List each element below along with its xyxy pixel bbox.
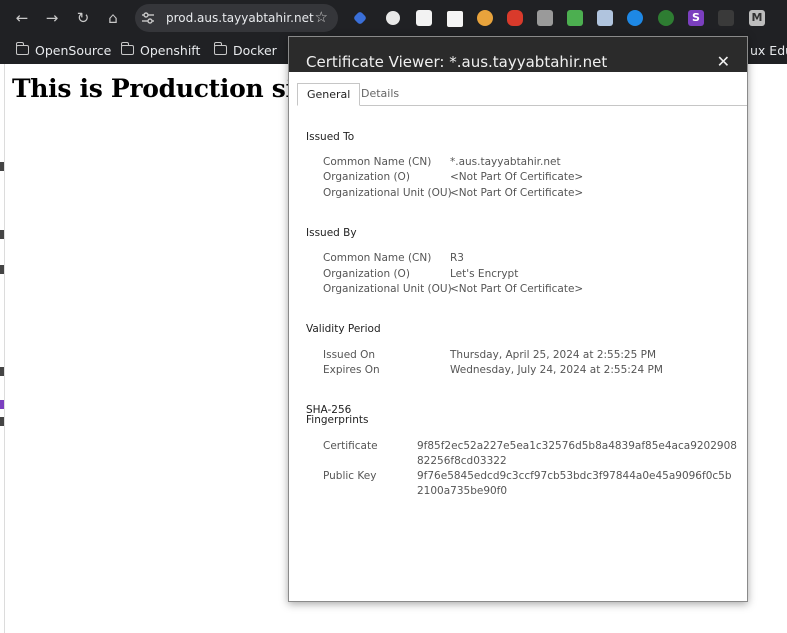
field-label: Organization (O) [323,171,410,183]
tab-general[interactable]: General [297,83,361,106]
bookmark-label: Docker [233,42,277,58]
field-value: Let's Encrypt [450,268,519,280]
folder-icon [120,42,134,55]
background-window-edge [0,64,5,633]
dialog-title: Certificate Viewer: *.aus.tayyabtahir.ne… [306,53,608,71]
field-label: Common Name (CN) [323,252,432,264]
certificate-viewer-dialog: Certificate Viewer: *.aus.tayyabtahir.ne… [288,36,748,602]
bookmark-folder-docker[interactable]: Docker [213,41,277,59]
extension-icon[interactable]: S [688,10,704,26]
window-fragment [0,400,4,409]
bookmark-folder-openshift[interactable]: Openshift [120,41,201,59]
bookmark-label: OpenSource [35,42,112,58]
certificate-fingerprint: 9f85f2ec52a227e5ea1c32576d5b8a4839af85e4… [417,440,737,467]
extension-icon[interactable] [597,10,613,26]
field-label: Expires On [323,364,380,376]
reload-icon[interactable]: ↻ [71,6,95,30]
url-text[interactable]: prod.aus.tayyabtahir.net [166,11,314,25]
dialog-title-bar: Certificate Viewer: *.aus.tayyabtahir.ne… [289,37,747,72]
extension-icon[interactable] [386,11,400,25]
bookmark-folder-opensource[interactable]: OpenSource [15,41,112,59]
field-value: Wednesday, July 24, 2024 at 2:55:24 PM [450,364,663,376]
bookmark-label: Openshift [140,42,201,58]
bookmark-overflow[interactable]: ux Edu [750,41,787,59]
field-label: Certificate [323,440,378,452]
section-heading-issued-by: Issued By [306,227,357,239]
field-value: <Not Part Of Certificate> [450,283,584,295]
site-settings-icon[interactable] [141,11,155,25]
field-label: Organizational Unit (OU) [323,283,452,295]
window-fragment [0,417,4,426]
field-value: Thursday, April 25, 2024 at 2:55:25 PM [450,349,657,361]
extension-icon[interactable] [567,10,583,26]
window-fragment [0,367,4,376]
extension-icon[interactable] [627,10,643,26]
field-label: Organizational Unit (OU) [323,187,452,199]
window-fragment [0,230,4,239]
extension-icon[interactable] [537,10,553,26]
tab-details[interactable]: Details [352,83,408,104]
tab-bar: General Details [297,83,747,106]
field-value: R3 [450,252,464,264]
field-label: Public Key [323,470,377,482]
extension-icon[interactable] [416,10,432,26]
extension-icon[interactable] [507,10,523,26]
folder-icon [213,42,227,55]
field-value: <Not Part Of Certificate> [450,171,584,183]
public-key-fingerprint: 9f76e5845edcd9c3ccf97cb53bdc3f97844a0e45… [417,470,732,497]
section-heading-validity: Validity Period [306,323,381,335]
window-fragment [0,162,4,171]
bookmark-label: ux Edu [750,42,787,58]
window-fragment [0,265,4,274]
extension-icon[interactable] [352,10,368,26]
extension-icon[interactable] [718,10,734,26]
close-icon[interactable]: ✕ [717,52,730,71]
field-label: Common Name (CN) [323,156,432,168]
extension-icon[interactable]: M [749,10,765,26]
field-label: Issued On [323,349,376,361]
bookmark-star-icon[interactable]: ☆ [315,8,328,26]
extension-icon[interactable] [446,10,464,28]
section-heading-fingerprints-line2: Fingerprints [306,414,369,426]
page-heading: This is Production site. [12,74,330,103]
field-value: *.aus.tayyabtahir.net [450,156,561,168]
section-heading-issued-to: Issued To [306,131,355,143]
folder-icon [15,42,29,55]
forward-icon[interactable]: → [40,6,64,30]
back-icon[interactable]: ← [10,6,34,30]
extension-icon[interactable] [658,10,674,26]
address-bar[interactable]: prod.aus.tayyabtahir.net ☆ [135,4,338,32]
field-label: Organization (O) [323,268,410,280]
field-value: <Not Part Of Certificate> [450,187,584,199]
browser-toolbar: ← → ↻ ⌂ prod.aus.tayyabtahir.net ☆ S M [0,0,787,36]
home-icon[interactable]: ⌂ [101,6,125,30]
extension-icon[interactable] [477,10,493,26]
